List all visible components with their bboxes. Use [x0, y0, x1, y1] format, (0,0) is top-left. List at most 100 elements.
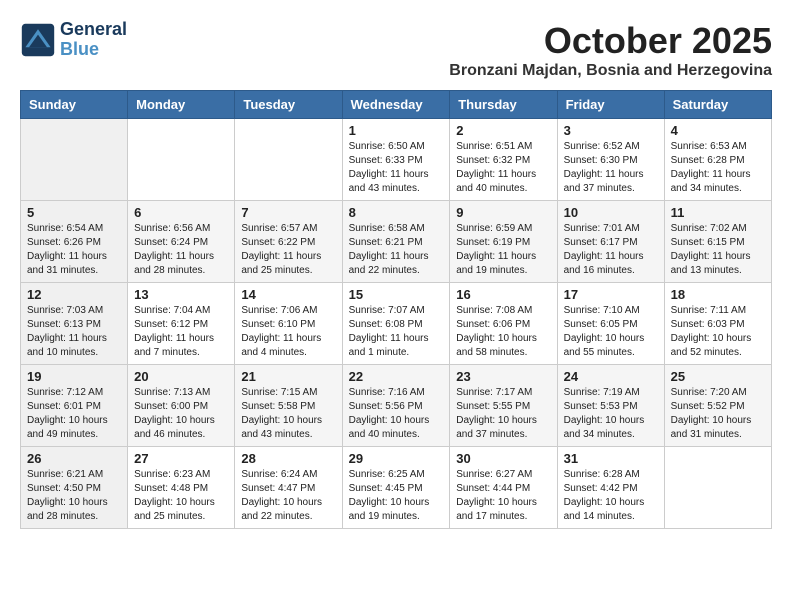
day-info: Sunrise: 6:54 AM Sunset: 6:26 PM Dayligh… [27, 222, 121, 278]
calendar-cell: 1 Sunrise: 6:50 AM Sunset: 6:33 PM Daylig… [342, 119, 450, 201]
calendar-week-row: 26 Sunrise: 6:21 AM Sunset: 4:50 PM Dayli… [21, 447, 772, 529]
logo-line1: General [60, 20, 127, 40]
day-number: 20 [134, 369, 228, 384]
day-number: 15 [349, 287, 444, 302]
day-number: 19 [27, 369, 121, 384]
calendar-cell: 24 Sunrise: 7:19 AM Sunset: 5:53 PM Dayli… [557, 365, 664, 447]
calendar-cell: 14Sunrise: 7:06 AM Sunset: 6:10 PM Dayli… [235, 283, 342, 365]
day-number: 5 [27, 205, 121, 220]
day-info: Sunrise: 6:58 AM Sunset: 6:21 PM Dayligh… [349, 222, 444, 278]
calendar-cell: 17 Sunrise: 7:10 AM Sunset: 6:05 PM Dayli… [557, 283, 664, 365]
month-title: October 2025 [449, 20, 772, 62]
day-info: Sunrise: 7:15 AM Sunset: 5:58 PM Dayligh… [241, 386, 335, 442]
day-number: 3 [564, 123, 658, 138]
calendar-cell: 15 Sunrise: 7:07 AM Sunset: 6:08 PM Dayli… [342, 283, 450, 365]
day-info: Sunrise: 7:06 AM Sunset: 6:10 PM Dayligh… [241, 304, 335, 360]
day-number: 28 [241, 451, 335, 466]
calendar-cell: 18 Sunrise: 7:11 AM Sunset: 6:03 PM Dayli… [664, 283, 771, 365]
calendar-cell: 20 Sunrise: 7:13 AM Sunset: 6:00 PM Dayli… [128, 365, 235, 447]
day-number: 22 [349, 369, 444, 384]
day-info: Sunrise: 7:01 AM Sunset: 6:17 PM Dayligh… [564, 222, 658, 278]
day-number: 30 [456, 451, 550, 466]
day-info: Sunrise: 7:08 AM Sunset: 6:06 PM Dayligh… [456, 304, 550, 360]
calendar-cell: 4Sunrise: 6:53 AM Sunset: 6:28 PM Daylig… [664, 119, 771, 201]
day-info: Sunrise: 7:04 AM Sunset: 6:12 PM Dayligh… [134, 304, 228, 360]
calendar-week-row: 19Sunrise: 7:12 AM Sunset: 6:01 PM Dayli… [21, 365, 772, 447]
day-info: Sunrise: 6:21 AM Sunset: 4:50 PM Dayligh… [27, 468, 121, 524]
calendar-cell: 23 Sunrise: 7:17 AM Sunset: 5:55 PM Dayli… [450, 365, 557, 447]
calendar-cell [128, 119, 235, 201]
weekday-header-tuesday: Tuesday [235, 91, 342, 119]
day-number: 29 [349, 451, 444, 466]
calendar-cell: 16 Sunrise: 7:08 AM Sunset: 6:06 PM Dayli… [450, 283, 557, 365]
calendar-cell: 27Sunrise: 6:23 AM Sunset: 4:48 PM Dayli… [128, 447, 235, 529]
weekday-header-friday: Friday [557, 91, 664, 119]
day-info: Sunrise: 7:02 AM Sunset: 6:15 PM Dayligh… [671, 222, 765, 278]
day-info: Sunrise: 6:59 AM Sunset: 6:19 PM Dayligh… [456, 222, 550, 278]
day-number: 7 [241, 205, 335, 220]
day-number: 12 [27, 287, 121, 302]
title-block: October 2025 Bronzani Majdan, Bosnia and… [449, 20, 772, 80]
day-number: 1 [349, 123, 444, 138]
calendar-cell: 31 Sunrise: 6:28 AM Sunset: 4:42 PM Dayli… [557, 447, 664, 529]
day-number: 17 [564, 287, 658, 302]
day-info: Sunrise: 7:11 AM Sunset: 6:03 PM Dayligh… [671, 304, 765, 360]
calendar-cell: 8Sunrise: 6:58 AM Sunset: 6:21 PM Daylig… [342, 201, 450, 283]
day-number: 23 [456, 369, 550, 384]
weekday-header-saturday: Saturday [664, 91, 771, 119]
calendar-cell: 30 Sunrise: 6:27 AM Sunset: 4:44 PM Dayli… [450, 447, 557, 529]
day-number: 26 [27, 451, 121, 466]
calendar-cell: 21 Sunrise: 7:15 AM Sunset: 5:58 PM Dayli… [235, 365, 342, 447]
day-number: 31 [564, 451, 658, 466]
day-number: 18 [671, 287, 765, 302]
calendar-cell: 7Sunrise: 6:57 AM Sunset: 6:22 PM Daylig… [235, 201, 342, 283]
day-info: Sunrise: 7:17 AM Sunset: 5:55 PM Dayligh… [456, 386, 550, 442]
day-info: Sunrise: 6:50 AM Sunset: 6:33 PM Dayligh… [349, 140, 444, 196]
day-number: 16 [456, 287, 550, 302]
day-info: Sunrise: 6:56 AM Sunset: 6:24 PM Dayligh… [134, 222, 228, 278]
calendar-table: SundayMondayTuesdayWednesdayThursdayFrid… [20, 90, 772, 529]
day-info: Sunrise: 6:51 AM Sunset: 6:32 PM Dayligh… [456, 140, 550, 196]
day-info: Sunrise: 7:13 AM Sunset: 6:00 PM Dayligh… [134, 386, 228, 442]
calendar-cell: 12Sunrise: 7:03 AM Sunset: 6:13 PM Dayli… [21, 283, 128, 365]
day-info: Sunrise: 7:19 AM Sunset: 5:53 PM Dayligh… [564, 386, 658, 442]
day-number: 21 [241, 369, 335, 384]
calendar-cell: 5 Sunrise: 6:54 AM Sunset: 6:26 PM Daylig… [21, 201, 128, 283]
day-number: 24 [564, 369, 658, 384]
weekday-header-thursday: Thursday [450, 91, 557, 119]
day-info: Sunrise: 6:27 AM Sunset: 4:44 PM Dayligh… [456, 468, 550, 524]
day-info: Sunrise: 7:16 AM Sunset: 5:56 PM Dayligh… [349, 386, 444, 442]
day-number: 6 [134, 205, 228, 220]
calendar-header-row: SundayMondayTuesdayWednesdayThursdayFrid… [21, 91, 772, 119]
day-info: Sunrise: 7:20 AM Sunset: 5:52 PM Dayligh… [671, 386, 765, 442]
logo: General Blue [20, 20, 127, 60]
calendar-cell: 9 Sunrise: 6:59 AM Sunset: 6:19 PM Daylig… [450, 201, 557, 283]
page-header: General Blue October 2025 Bronzani Majda… [20, 20, 772, 80]
day-info: Sunrise: 7:10 AM Sunset: 6:05 PM Dayligh… [564, 304, 658, 360]
day-info: Sunrise: 7:07 AM Sunset: 6:08 PM Dayligh… [349, 304, 444, 360]
calendar-cell: 25Sunrise: 7:20 AM Sunset: 5:52 PM Dayli… [664, 365, 771, 447]
day-number: 9 [456, 205, 550, 220]
day-number: 2 [456, 123, 550, 138]
logo-icon [20, 22, 56, 58]
location-title: Bronzani Majdan, Bosnia and Herzegovina [449, 62, 772, 80]
calendar-cell: 28Sunrise: 6:24 AM Sunset: 4:47 PM Dayli… [235, 447, 342, 529]
day-number: 11 [671, 205, 765, 220]
calendar-cell [21, 119, 128, 201]
calendar-cell: 22 Sunrise: 7:16 AM Sunset: 5:56 PM Dayli… [342, 365, 450, 447]
weekday-header-sunday: Sunday [21, 91, 128, 119]
calendar-cell [664, 447, 771, 529]
logo-line2: Blue [60, 40, 127, 60]
calendar-cell: 2 Sunrise: 6:51 AM Sunset: 6:32 PM Daylig… [450, 119, 557, 201]
calendar-week-row: 12Sunrise: 7:03 AM Sunset: 6:13 PM Dayli… [21, 283, 772, 365]
calendar-cell: 6 Sunrise: 6:56 AM Sunset: 6:24 PM Daylig… [128, 201, 235, 283]
day-info: Sunrise: 6:23 AM Sunset: 4:48 PM Dayligh… [134, 468, 228, 524]
calendar-cell: 13Sunrise: 7:04 AM Sunset: 6:12 PM Dayli… [128, 283, 235, 365]
day-info: Sunrise: 6:25 AM Sunset: 4:45 PM Dayligh… [349, 468, 444, 524]
day-info: Sunrise: 6:52 AM Sunset: 6:30 PM Dayligh… [564, 140, 658, 196]
calendar-cell: 3 Sunrise: 6:52 AM Sunset: 6:30 PM Daylig… [557, 119, 664, 201]
day-info: Sunrise: 6:28 AM Sunset: 4:42 PM Dayligh… [564, 468, 658, 524]
calendar-cell: 11 Sunrise: 7:02 AM Sunset: 6:15 PM Dayli… [664, 201, 771, 283]
weekday-header-wednesday: Wednesday [342, 91, 450, 119]
calendar-cell [235, 119, 342, 201]
